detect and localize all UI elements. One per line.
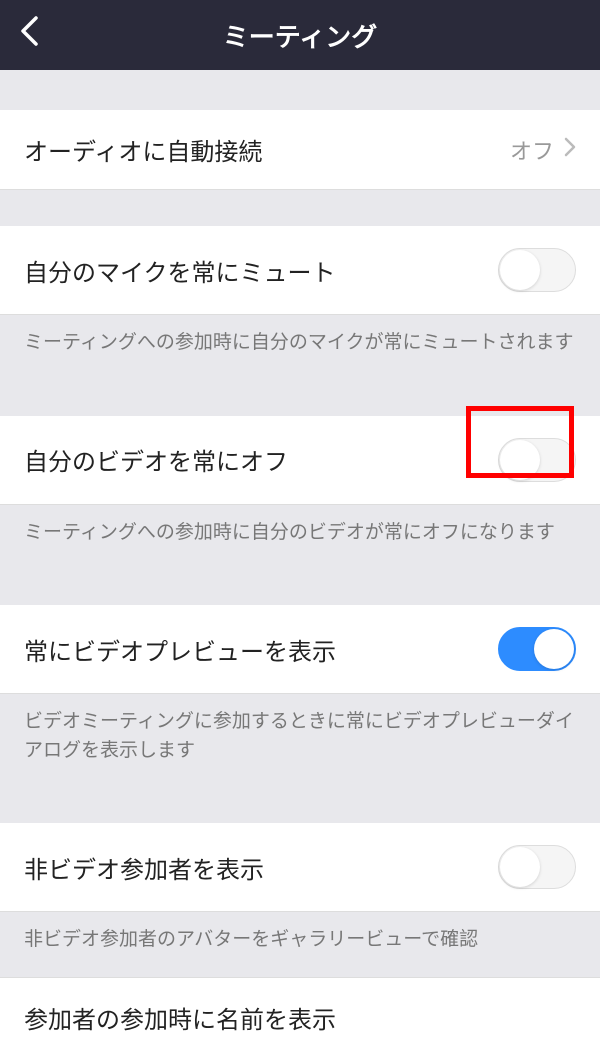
setting-video-off: 自分のビデオを常にオフ bbox=[0, 416, 600, 505]
setting-label: オーディオに自動接続 bbox=[24, 132, 262, 167]
setting-audio-connect[interactable]: オーディオに自動接続 オフ bbox=[0, 110, 600, 190]
setting-value: オフ bbox=[510, 134, 554, 166]
toggle-knob bbox=[534, 629, 574, 669]
setting-desc: ミーティングへの参加時に自分のビデオが常にオフになります bbox=[0, 505, 600, 570]
toggle-knob bbox=[500, 440, 540, 480]
toggle-video-off[interactable] bbox=[498, 438, 576, 482]
back-button[interactable] bbox=[20, 16, 38, 54]
setting-desc: ミーティングへの参加時に自分のマイクが常にミュートされます bbox=[0, 315, 600, 380]
chevron-right-icon bbox=[564, 136, 576, 164]
setting-label: 自分のビデオを常にオフ bbox=[24, 442, 288, 477]
page-title: ミーティング bbox=[20, 17, 580, 54]
setting-label: 常にビデオプレビューを表示 bbox=[24, 632, 336, 667]
toggle-video-preview[interactable] bbox=[498, 627, 576, 671]
setting-label: 自分のマイクを常にミュート bbox=[24, 253, 336, 288]
toggle-knob bbox=[500, 250, 540, 290]
setting-value-group: オフ bbox=[510, 134, 576, 166]
setting-mute-mic: 自分のマイクを常にミュート bbox=[0, 226, 600, 315]
settings-list: オーディオに自動接続 オフ 自分のマイクを常にミュート ミーティングへの参加時に… bbox=[0, 70, 600, 1047]
setting-desc: ビデオミーティングに参加するときに常にビデオプレビューダイアログを表示します bbox=[0, 694, 600, 787]
header: ミーティング bbox=[0, 0, 600, 70]
toggle-non-video[interactable] bbox=[498, 845, 576, 889]
toggle-mute-mic[interactable] bbox=[498, 248, 576, 292]
setting-label: 参加者の参加時に名前を表示 bbox=[24, 1000, 576, 1035]
setting-desc: 非ビデオ参加者のアバターをギャラリービューで確認 bbox=[0, 912, 600, 977]
setting-participant-name: 参加者の参加時に名前を表示 bbox=[0, 977, 600, 1047]
toggle-knob bbox=[500, 847, 540, 887]
setting-video-preview: 常にビデオプレビューを表示 bbox=[0, 605, 600, 694]
setting-label: 非ビデオ参加者を表示 bbox=[24, 850, 264, 885]
setting-non-video: 非ビデオ参加者を表示 bbox=[0, 823, 600, 912]
chevron-left-icon bbox=[20, 16, 38, 46]
